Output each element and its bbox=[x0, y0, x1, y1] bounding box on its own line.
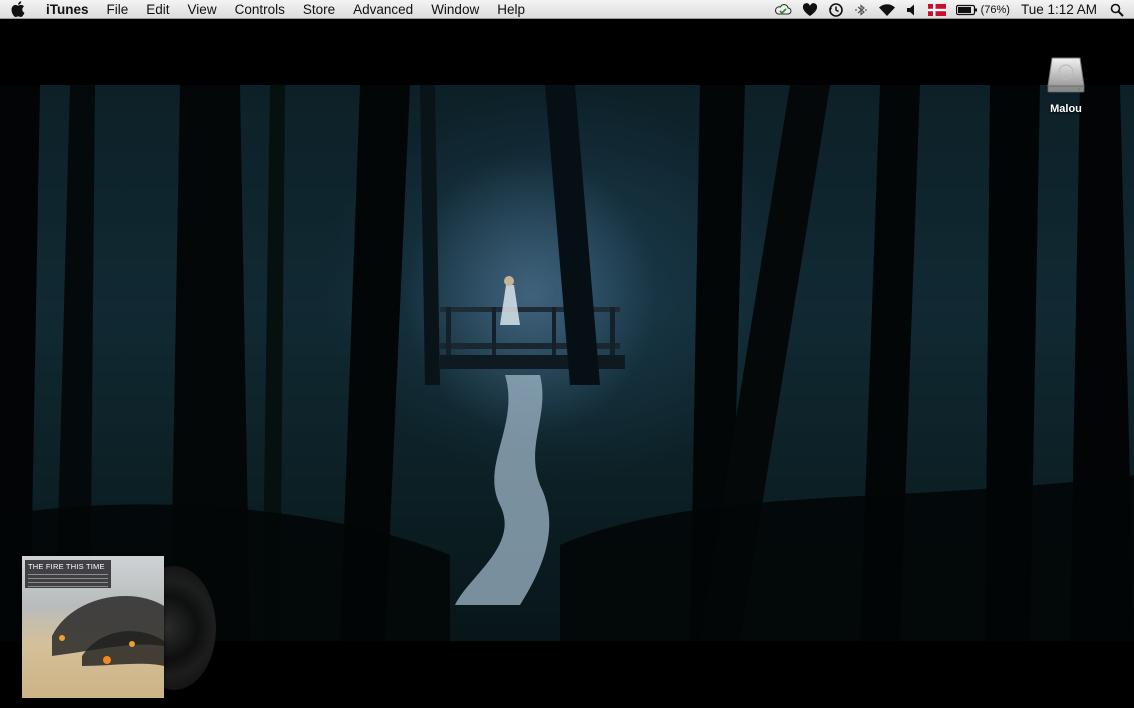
menu-advanced[interactable]: Advanced bbox=[344, 0, 422, 19]
desktop: Malou THE FIRE THIS TIME bbox=[0, 19, 1134, 708]
apple-menu-icon[interactable] bbox=[0, 0, 36, 19]
menu-bar: iTunes File Edit View Controls Store Adv… bbox=[0, 0, 1134, 19]
album-cover-image: THE FIRE THIS TIME bbox=[22, 556, 164, 698]
spotlight-icon[interactable] bbox=[1105, 0, 1134, 19]
menu-controls[interactable]: Controls bbox=[226, 0, 294, 19]
desktop-icon-malou[interactable]: Malou bbox=[1036, 56, 1096, 115]
album-title-box: THE FIRE THIS TIME bbox=[25, 560, 111, 588]
heart-icon[interactable] bbox=[797, 0, 823, 19]
hard-drive-icon bbox=[1046, 56, 1086, 99]
now-playing-album-art[interactable]: THE FIRE THIS TIME bbox=[22, 556, 216, 698]
volume-icon[interactable] bbox=[901, 0, 923, 19]
album-title: THE FIRE THIS TIME bbox=[28, 562, 105, 571]
wifi-icon[interactable] bbox=[873, 0, 901, 19]
desktop-icon-label: Malou bbox=[1050, 103, 1082, 115]
album-tracklist-lines bbox=[28, 574, 108, 588]
menu-help[interactable]: Help bbox=[488, 0, 534, 19]
cloud-sync-icon[interactable] bbox=[769, 0, 797, 19]
time-machine-icon[interactable] bbox=[823, 0, 849, 19]
flag-denmark-icon[interactable] bbox=[923, 0, 951, 19]
menu-edit[interactable]: Edit bbox=[137, 0, 178, 19]
menu-app-itunes[interactable]: iTunes bbox=[36, 0, 98, 19]
battery-percent: (76%) bbox=[980, 3, 1010, 16]
menu-view[interactable]: View bbox=[179, 0, 226, 19]
battery-icon[interactable]: (76%) bbox=[951, 0, 1015, 19]
menu-window[interactable]: Window bbox=[422, 0, 488, 19]
menu-clock[interactable]: Tue 1:12 AM bbox=[1015, 2, 1105, 17]
menu-store[interactable]: Store bbox=[294, 0, 344, 19]
bluetooth-icon[interactable] bbox=[849, 0, 873, 19]
menu-file[interactable]: File bbox=[98, 0, 138, 19]
